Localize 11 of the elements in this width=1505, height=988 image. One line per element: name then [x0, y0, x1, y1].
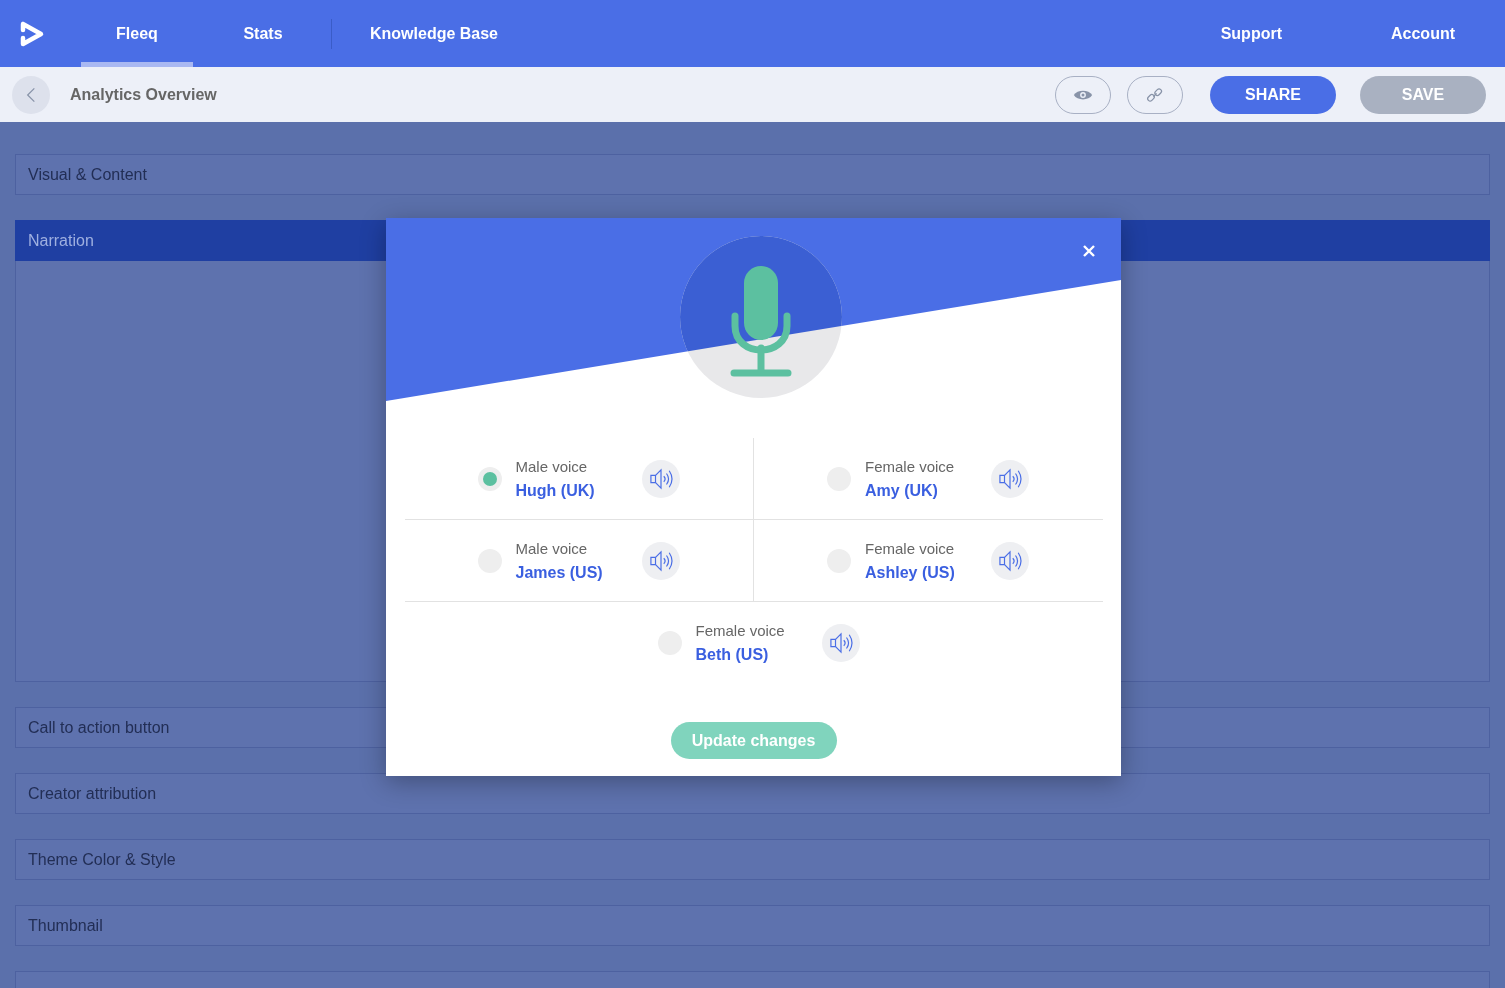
voice-name: Hugh (UK): [515, 480, 596, 501]
voice-name: Beth (US): [695, 645, 770, 665]
page-title: Analytics Overview: [70, 85, 217, 104]
voice-name: James (US): [515, 562, 604, 583]
voice-type: Female voice: [865, 456, 956, 477]
voice-type: Female voice: [695, 621, 786, 641]
voice-name: Amy (UK): [865, 480, 939, 501]
voice-type: Male voice: [515, 538, 589, 559]
voice-type: Female voice: [865, 538, 956, 559]
voice-type: Male voice: [515, 456, 589, 477]
voice-name: Ashley (US): [865, 562, 956, 583]
